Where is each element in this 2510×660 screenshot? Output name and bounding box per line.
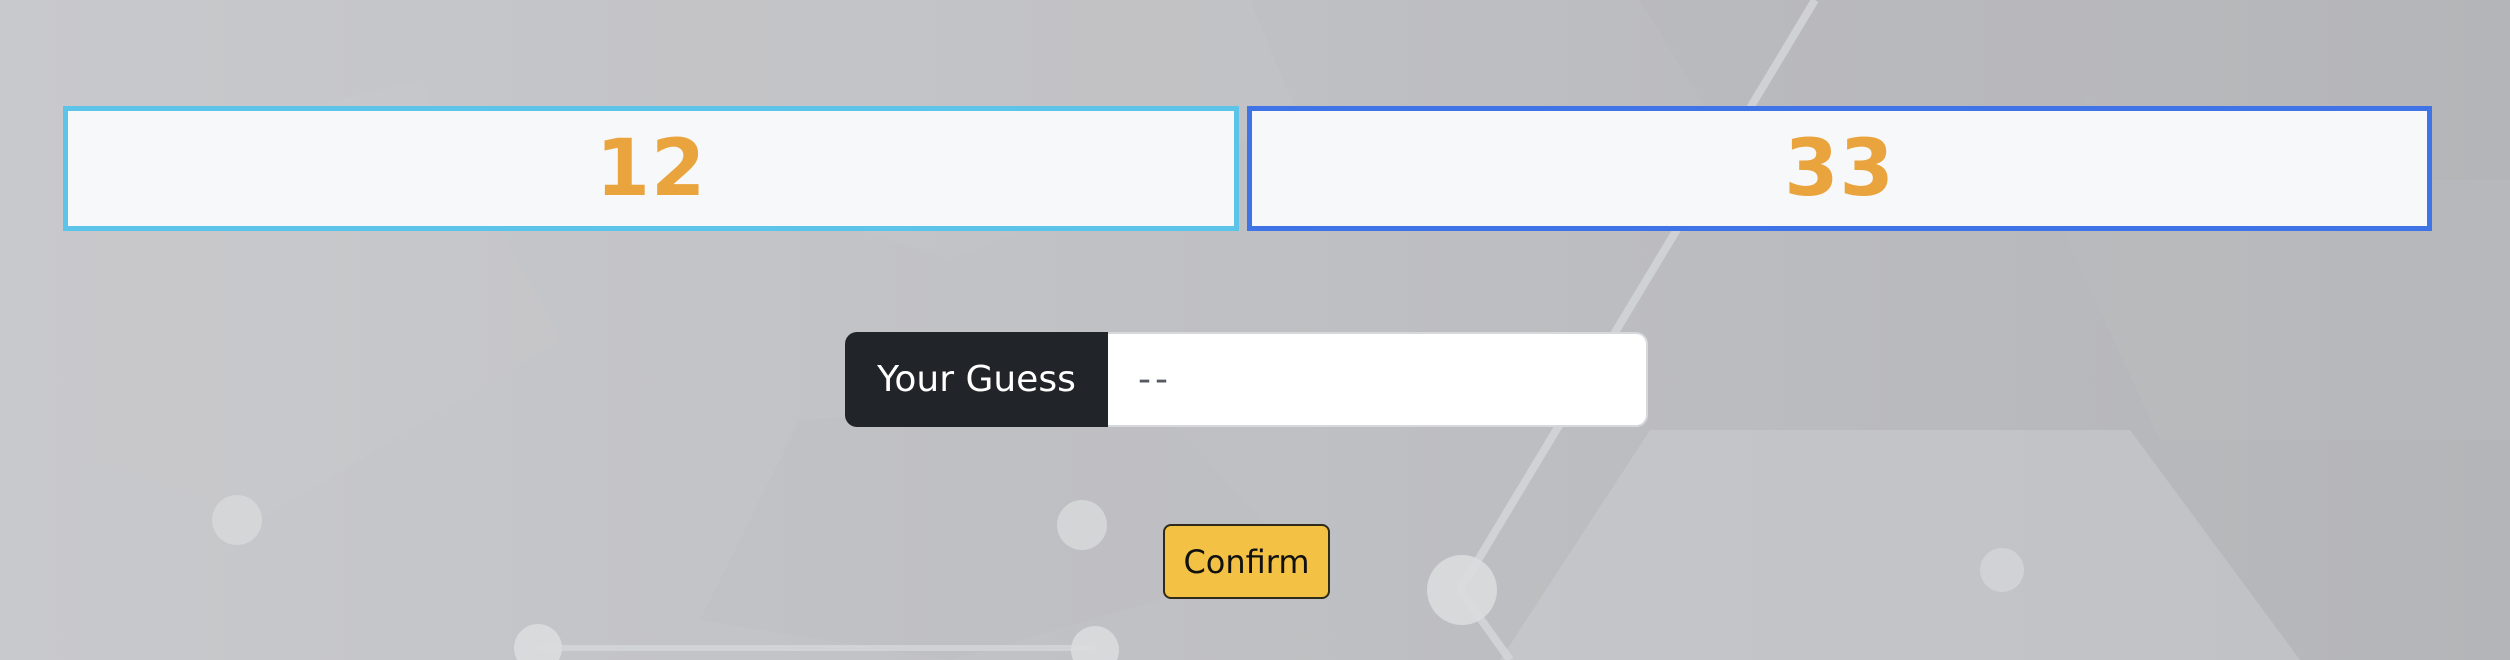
guess-label: Your Guess <box>845 332 1108 427</box>
score-card-left: 12 <box>63 106 1239 231</box>
score-value-right: 33 <box>1784 123 1895 214</box>
confirm-button[interactable]: Confirm <box>1163 524 1330 599</box>
score-card-right: 33 <box>1247 106 2432 231</box>
guess-input-group: Your Guess <box>845 332 1648 427</box>
score-value-left: 12 <box>595 123 707 214</box>
guess-input[interactable] <box>1108 332 1648 427</box>
